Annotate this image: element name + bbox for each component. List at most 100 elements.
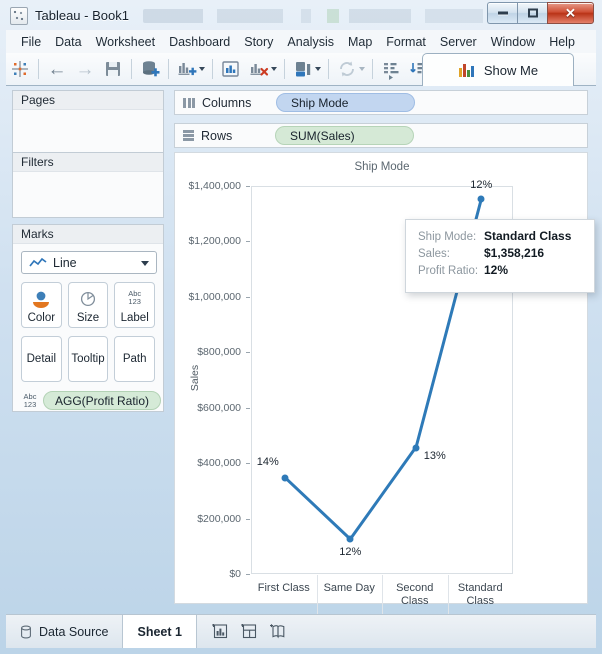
y-axis-tick	[246, 463, 250, 464]
tooltip-value: Standard Class	[484, 229, 571, 243]
y-axis-tick	[246, 519, 250, 520]
marks-label-button[interactable]: Abc123 Label	[114, 282, 155, 328]
line-mark-icon	[29, 257, 47, 269]
mark-type-value: Line	[53, 256, 77, 270]
refresh-icon[interactable]	[334, 56, 360, 82]
marks-path-label: Path	[123, 353, 147, 365]
filters-drop-zone[interactable]	[13, 172, 163, 217]
tableau-icon	[10, 7, 28, 25]
menu-help[interactable]: Help	[542, 33, 582, 51]
columns-shelf[interactable]: Columns Ship Mode	[174, 90, 588, 115]
maximize-button[interactable]	[517, 2, 547, 24]
sort-ascending-icon[interactable]	[378, 56, 404, 82]
line-segment	[349, 447, 417, 540]
y-axis-tick-label: $1,400,000	[188, 180, 241, 192]
undo-icon[interactable]: ←	[44, 56, 70, 82]
data-point-label: 12%	[339, 546, 361, 558]
save-icon[interactable]	[100, 56, 126, 82]
data-point[interactable]	[281, 474, 288, 481]
background-window-strip	[143, 9, 508, 23]
marks-field-pill-profit-ratio[interactable]: AGG(Profit Ratio)	[43, 391, 161, 410]
x-axis-tick-label[interactable]: SecondClass	[382, 582, 448, 608]
new-worksheet-icon[interactable]	[174, 56, 200, 82]
tooltip-row: Ship Mode: Standard Class	[418, 229, 594, 243]
data-point[interactable]	[347, 536, 354, 543]
new-story-icon[interactable]	[269, 624, 286, 639]
tab-sheet-1[interactable]: Sheet 1	[123, 615, 196, 648]
marks-path-button[interactable]: Path	[114, 336, 155, 382]
menu-bar: File Data Worksheet Dashboard Story Anal…	[6, 30, 596, 53]
abc-123-icon: Abc123	[128, 283, 141, 312]
tab-data-source-label: Data Source	[39, 625, 108, 639]
columns-pill-ship-mode[interactable]: Ship Mode	[276, 93, 415, 112]
marks-card-title: Marks	[13, 225, 163, 244]
new-data-source-icon[interactable]	[137, 56, 163, 82]
x-axis-tick-label[interactable]: First Class	[251, 582, 317, 595]
chevron-down-icon[interactable]	[141, 261, 149, 266]
y-axis-tick-label: $1,000,000	[188, 291, 241, 303]
minimize-button[interactable]	[487, 2, 517, 24]
marks-color-label: Color	[28, 312, 55, 324]
new-dashboard-icon[interactable]	[240, 624, 257, 639]
menu-analysis[interactable]: Analysis	[280, 33, 341, 51]
menu-map[interactable]: Map	[341, 33, 379, 51]
data-point[interactable]	[478, 195, 485, 202]
swap-rows-columns-icon[interactable]	[290, 56, 316, 82]
x-axis-separator	[382, 575, 383, 615]
columns-icon	[183, 98, 195, 108]
menu-file[interactable]: File	[14, 33, 48, 51]
pages-drop-zone[interactable]	[13, 110, 163, 155]
rows-icon	[183, 130, 194, 141]
mark-type-select[interactable]: Line	[21, 251, 157, 274]
clear-sheet-icon[interactable]	[246, 56, 272, 82]
show-me-button[interactable]: Show Me	[422, 53, 574, 86]
marks-detail-label: Detail	[27, 353, 56, 365]
marks-tooltip-button[interactable]: Tooltip	[68, 336, 109, 382]
close-button[interactable]: ✕	[547, 2, 594, 24]
window-controls: ✕	[487, 2, 594, 24]
menu-story[interactable]: Story	[237, 33, 280, 51]
pages-card-title: Pages	[13, 91, 163, 110]
x-axis-tick-label[interactable]: Same Day	[317, 582, 383, 595]
x-axis-tick-label[interactable]: StandardClass	[448, 582, 514, 608]
marks-color-button[interactable]: Color	[21, 282, 62, 328]
redo-icon[interactable]: →	[72, 56, 98, 82]
menu-format[interactable]: Format	[379, 33, 433, 51]
menu-data[interactable]: Data	[48, 33, 88, 51]
y-axis-tick-label: $200,000	[197, 513, 241, 525]
tooltip-row: Profit Ratio: 12%	[418, 263, 594, 277]
tab-data-source[interactable]: Data Source	[6, 615, 123, 648]
tooltip-value: 12%	[484, 263, 508, 277]
filters-card-title: Filters	[13, 153, 163, 172]
show-me-icon	[458, 62, 476, 78]
marks-detail-button[interactable]: Detail	[21, 336, 62, 382]
data-point-label: 13%	[424, 450, 446, 462]
title-bar: Tableau - Book1 ✕	[0, 0, 602, 28]
marks-size-button[interactable]: Size	[68, 282, 109, 328]
y-axis-tick	[246, 297, 250, 298]
tableau-home-icon[interactable]	[7, 56, 33, 82]
marks-size-label: Size	[77, 312, 99, 324]
tooltip-key: Profit Ratio:	[418, 265, 484, 277]
tab-sheet-1-label: Sheet 1	[137, 625, 181, 639]
y-axis-tick	[246, 352, 250, 353]
chart-title: Ship Mode	[175, 161, 589, 173]
new-worksheet-icon[interactable]	[211, 624, 228, 639]
tooltip-row: Sales: $1,358,216	[418, 246, 594, 260]
new-sheet-icons	[197, 615, 300, 648]
data-point-label: 14%	[257, 456, 279, 468]
filters-card: Filters	[12, 152, 164, 218]
rows-shelf[interactable]: Rows SUM(Sales)	[174, 123, 588, 148]
rows-pill-sum-sales[interactable]: SUM(Sales)	[275, 126, 414, 145]
menu-server[interactable]: Server	[433, 33, 484, 51]
menu-worksheet[interactable]: Worksheet	[89, 33, 163, 51]
data-point[interactable]	[412, 444, 419, 451]
y-axis-tick-label: $0	[229, 568, 241, 580]
rows-label: Rows	[201, 129, 275, 143]
abc-123-icon: Abc123	[21, 393, 39, 408]
menu-window[interactable]: Window	[484, 33, 542, 51]
menu-dashboard[interactable]: Dashboard	[162, 33, 237, 51]
tooltip-key: Ship Mode:	[418, 231, 484, 243]
duplicate-sheet-icon[interactable]	[218, 56, 244, 82]
tooltip-value: $1,358,216	[484, 246, 544, 260]
